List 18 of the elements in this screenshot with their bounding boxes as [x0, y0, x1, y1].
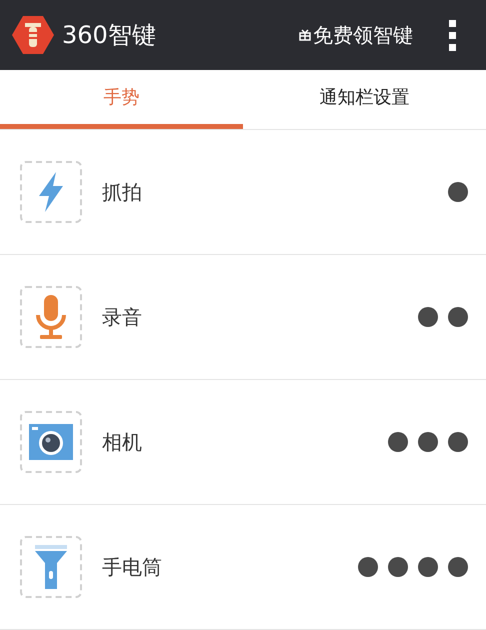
dot-pattern-icon [388, 432, 468, 452]
camera-icon [29, 424, 73, 460]
dot-pattern-icon [358, 557, 468, 577]
tab[interactable]: 通知栏设置 [243, 70, 486, 129]
more-menu-button[interactable] [449, 20, 456, 50]
logo-icon [12, 15, 54, 55]
app-title: 360智键 [62, 20, 156, 51]
gesture-label: 相机 [102, 429, 142, 456]
flashlight-icon [35, 545, 67, 589]
free-key-link[interactable]: 免费领智键 [299, 20, 413, 50]
lightning-icon [36, 172, 66, 212]
gift-icon [299, 29, 311, 41]
dot-pattern-icon [418, 307, 468, 327]
gesture-label: 手电筒 [102, 554, 162, 581]
gesture-label: 抓拍 [102, 179, 142, 206]
dot-pattern-icon [448, 182, 468, 202]
gesture-label: 录音 [102, 304, 142, 331]
microphone-icon [34, 295, 68, 339]
